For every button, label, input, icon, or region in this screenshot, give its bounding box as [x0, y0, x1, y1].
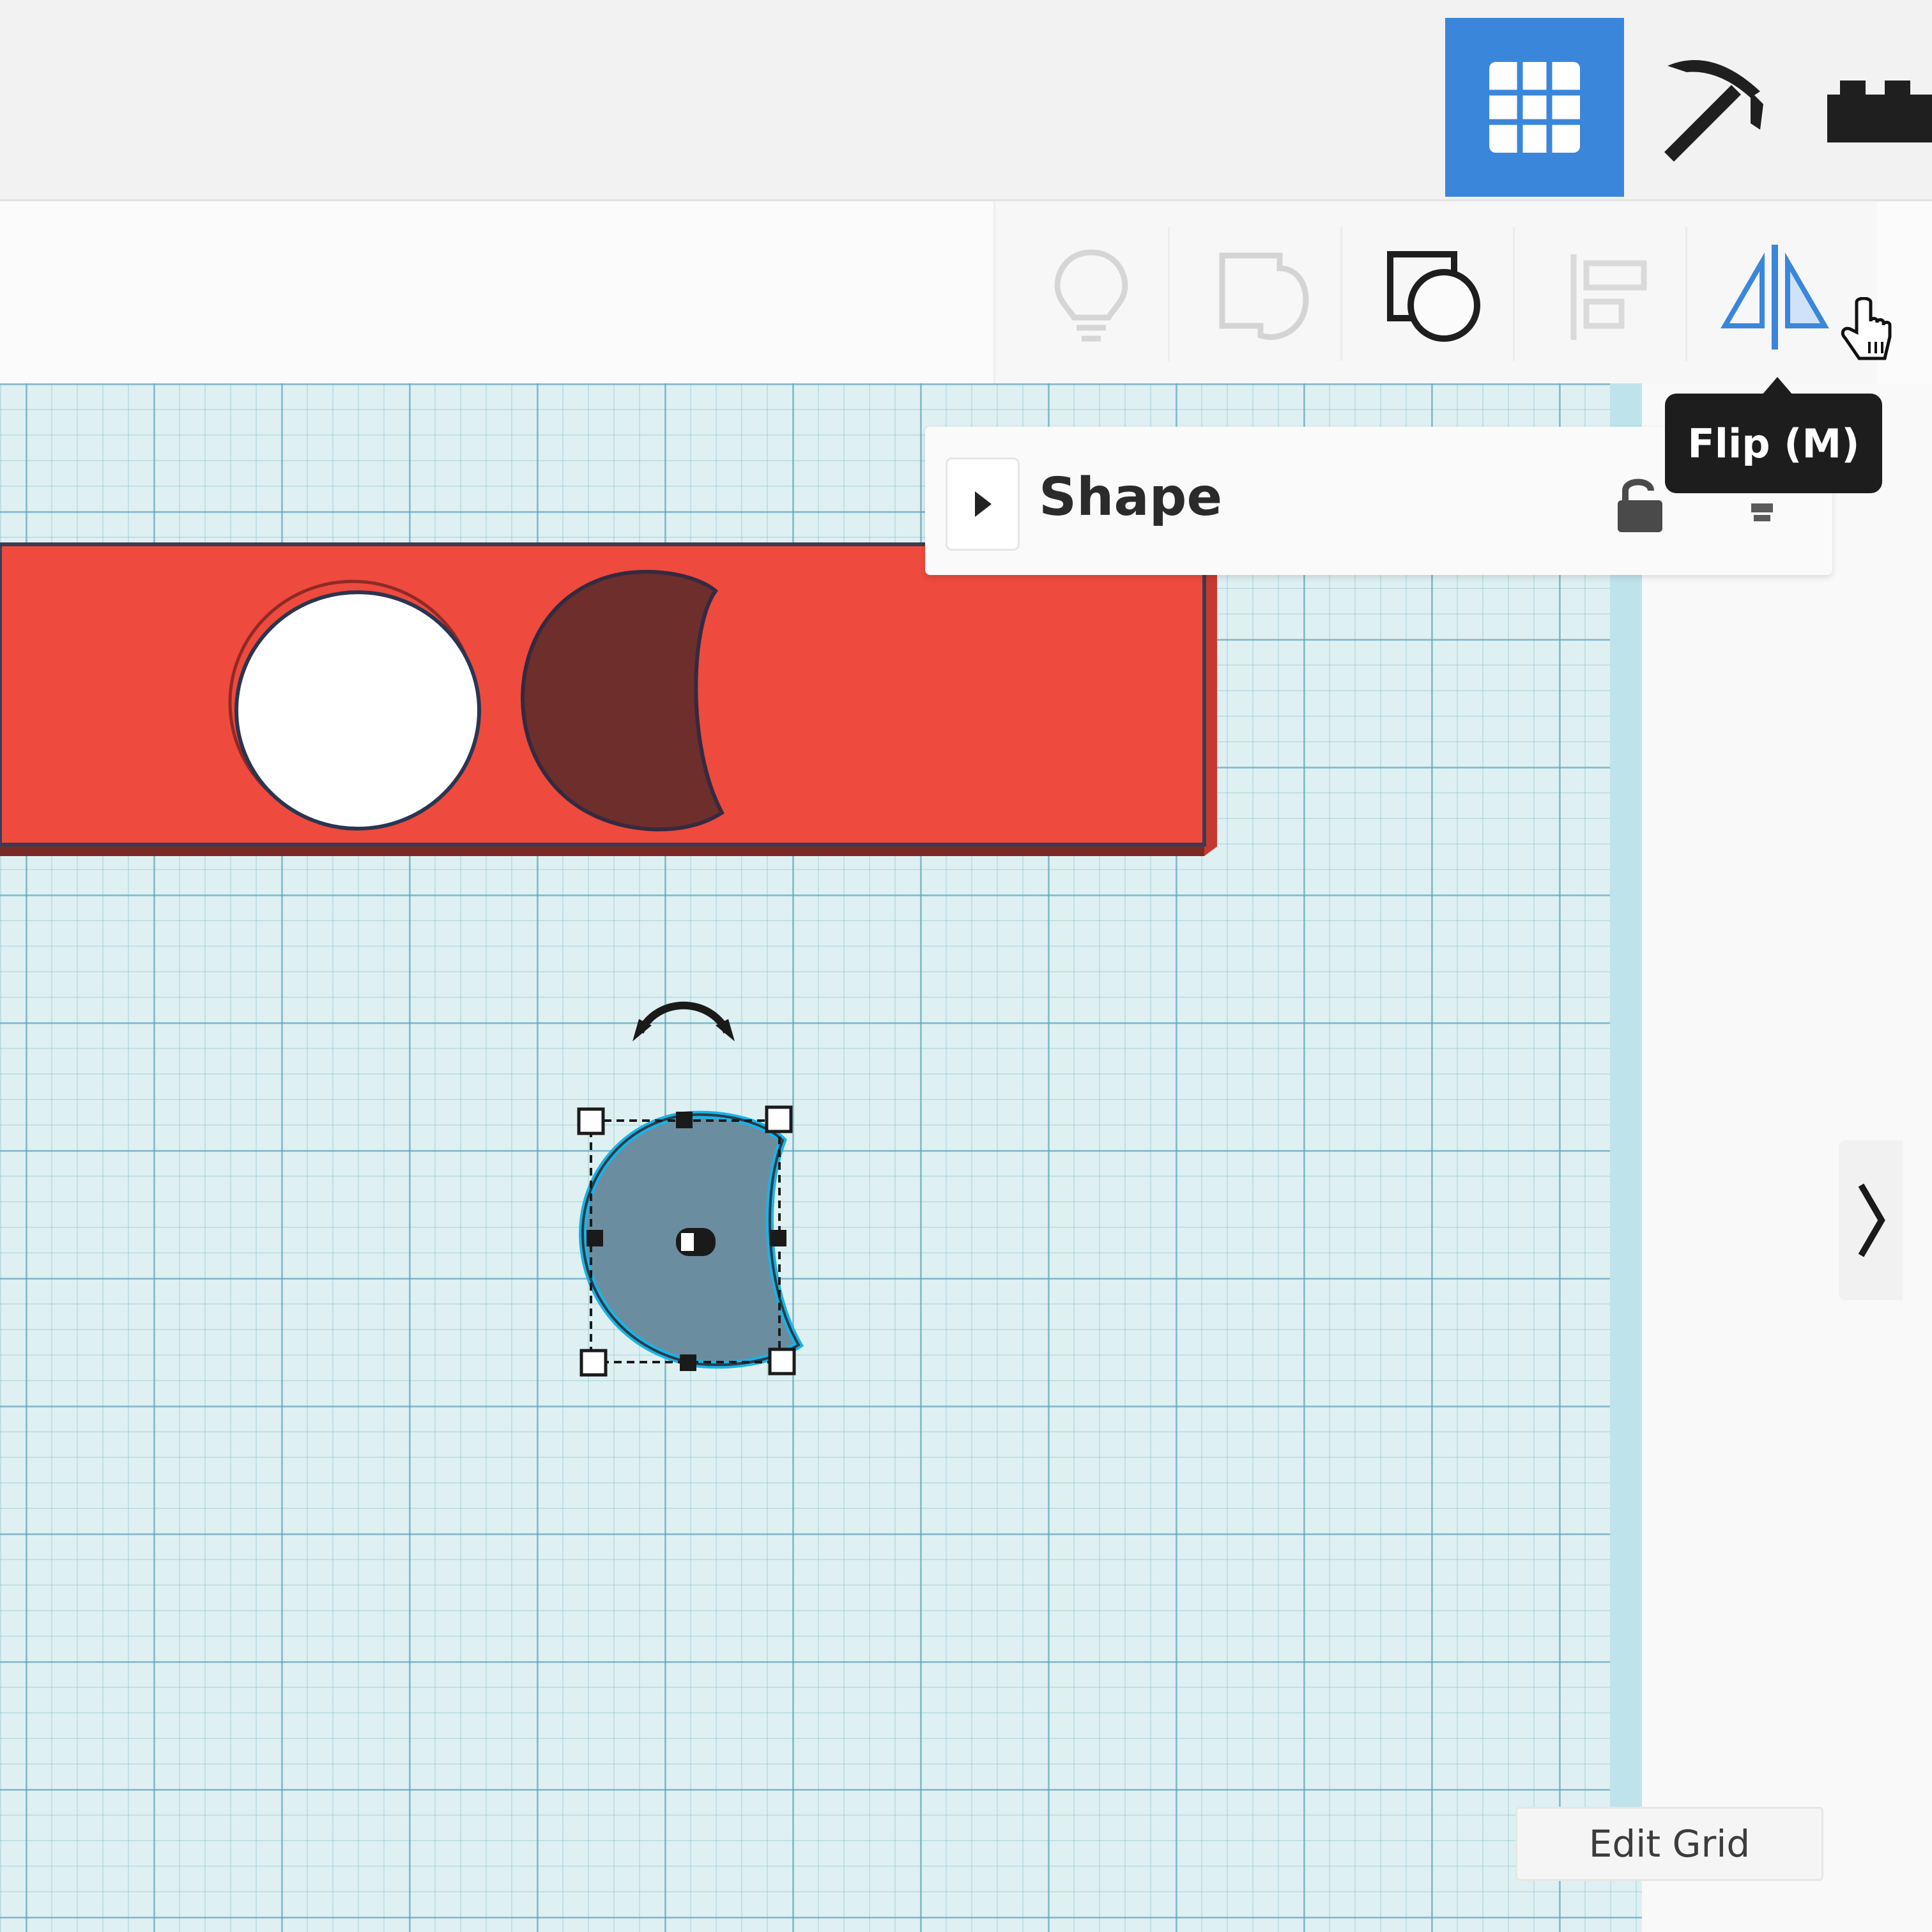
side-panel-toggle[interactable]	[1839, 1140, 1903, 1300]
edit-grid-button[interactable]: Edit Grid	[1515, 1807, 1823, 1881]
tooltip-arrow	[1762, 377, 1793, 395]
scene-canvas	[0, 542, 1217, 1377]
chevron-right-icon	[1858, 1183, 1885, 1257]
rotate-handle-icon[interactable]	[632, 1001, 735, 1041]
flip-tooltip: Flip (M)	[1665, 394, 1882, 493]
caret-right-icon	[975, 491, 992, 517]
inspector-title: Shape	[1039, 467, 1223, 528]
inspector-expand-button[interactable]	[946, 457, 1020, 551]
tinkercad-editor: Shape Flip (M) Edit Grid	[0, 0, 1932, 1932]
lock-icon[interactable]	[1614, 471, 1665, 538]
